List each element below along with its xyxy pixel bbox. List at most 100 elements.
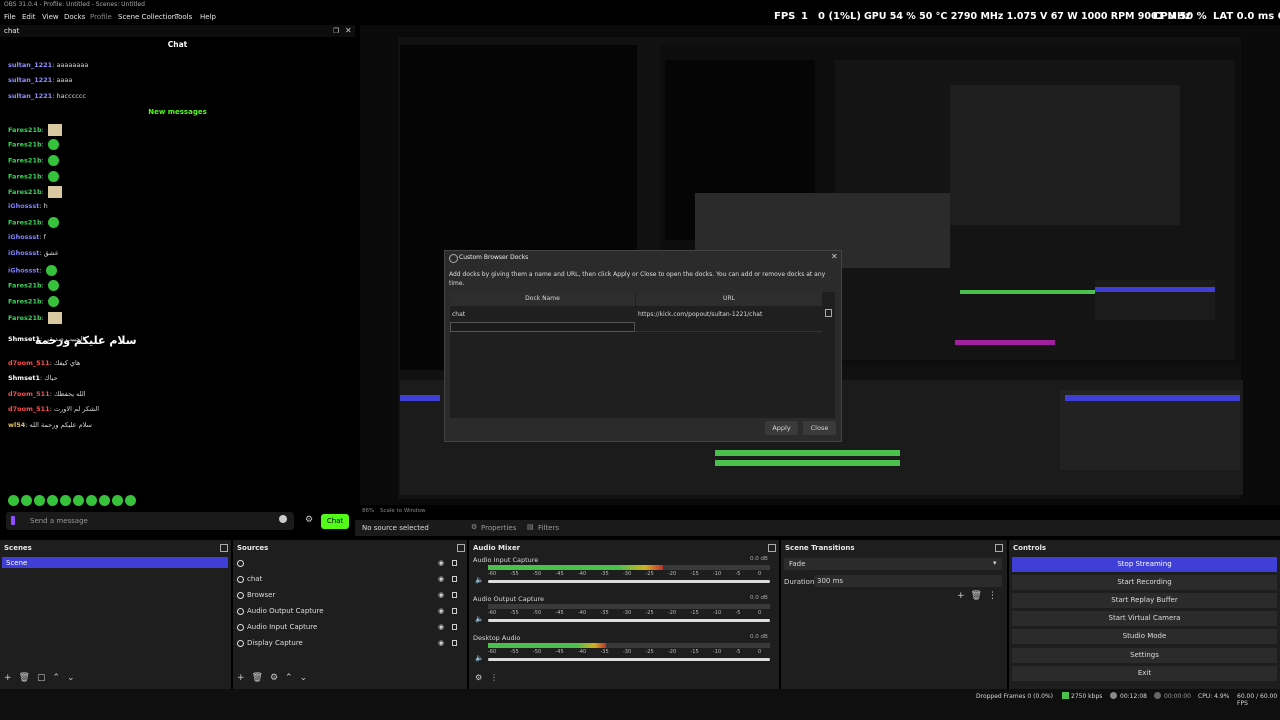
visibility-eye-icon[interactable]: ◉ [438,575,444,583]
emote-icon[interactable] [8,495,19,506]
scenes-toolbar[interactable]: +🗑▢⌃⌄ [4,673,82,683]
speaker-icon[interactable]: 🔈 [475,615,484,623]
badge-icon [11,516,15,525]
emote-icon[interactable] [125,495,136,506]
speaker-icon[interactable]: 🔈 [475,576,484,584]
emote-icon[interactable] [34,495,45,506]
chat-username[interactable]: sultan_1221 [8,92,52,100]
chat-username[interactable]: Shmset1 [8,374,40,382]
chat-username[interactable]: iGhossst [8,233,39,241]
send-message-input[interactable]: Send a message [6,512,294,530]
filters-button[interactable]: Filters [538,524,559,532]
control-button-start-recording[interactable]: Start Recording [1012,575,1277,590]
emote-icon[interactable] [47,495,58,506]
dialog-close-icon[interactable]: ✕ [831,252,838,261]
transition-select[interactable]: Fade ▾ [784,558,1002,570]
menu-profile[interactable]: Profile [90,13,112,21]
emote-icon[interactable] [99,495,110,506]
control-button-settings[interactable]: Settings [1012,648,1277,663]
emote-bar[interactable] [6,495,136,506]
undock-icon[interactable] [457,544,465,552]
control-button-studio-mode[interactable]: Studio Mode [1012,629,1277,644]
visibility-eye-icon[interactable]: ◉ [438,639,444,647]
duration-label: Duration [784,578,815,586]
control-button-stop-streaming[interactable]: Stop Streaming [1012,557,1277,572]
lock-icon[interactable] [452,560,457,566]
chat-username[interactable]: Fares21b [8,298,42,306]
chat-username[interactable]: Fares21b [8,282,42,290]
duration-input[interactable]: 300 ms [814,575,1002,587]
menu-docks[interactable]: Docks [64,13,85,21]
chat-username[interactable]: Fares21b [8,157,42,165]
chat-username[interactable]: d7oom_511 [8,390,50,398]
emote-icon[interactable] [112,495,123,506]
apply-button[interactable]: Apply [765,421,798,435]
source-item[interactable]: Browser [247,591,275,599]
control-button-exit[interactable]: Exit [1012,666,1277,681]
gear-icon[interactable]: ⚙ [305,515,313,525]
visibility-eye-icon[interactable]: ◉ [438,559,444,567]
chat-username[interactable]: Fares21b [8,219,42,227]
chat-username[interactable]: sultan_1221 [8,61,52,69]
lock-icon[interactable] [452,592,457,598]
source-item[interactable]: Audio Output Capture [247,607,324,615]
control-button-start-replay-buffer[interactable]: Start Replay Buffer [1012,593,1277,608]
mixer-toolbar[interactable]: ⚙⋮ [475,673,506,682]
emote-icon[interactable] [73,495,84,506]
transition-toolbar[interactable]: +🗑⋮ [957,591,1003,601]
menu-edit[interactable]: Edit [22,13,36,21]
undock-icon[interactable]: ❐ [333,27,339,35]
menu-tools[interactable]: Tools [175,13,192,21]
menu-help[interactable]: Help [200,13,216,21]
source-item[interactable]: Audio Input Capture [247,623,317,631]
dock-url-cell[interactable]: https://kick.com/popout/sultan-1221/chat [638,311,762,318]
chat-send-button[interactable]: Chat [321,514,349,529]
undock-icon[interactable] [995,544,1003,552]
chat-username[interactable]: Fares21b [8,126,42,134]
emote-icon[interactable] [86,495,97,506]
menu-scene-collection[interactable]: Scene Collection [118,13,176,21]
close-button[interactable]: Close [803,421,836,435]
chat-username[interactable]: sultan_1221 [8,76,52,84]
undock-icon[interactable] [768,544,776,552]
control-button-start-virtual-camera[interactable]: Start Virtual Camera [1012,611,1277,626]
sources-toolbar[interactable]: +🗑⚙⌃⌄ [237,673,314,683]
lock-icon[interactable] [452,624,457,630]
volume-slider[interactable] [488,619,770,622]
new-dock-name-input[interactable] [450,322,635,332]
chat-username[interactable]: Fares21b [8,141,42,149]
dock-name-cell[interactable]: chat [452,311,465,318]
lock-icon[interactable] [452,576,457,582]
properties-button[interactable]: Properties [481,524,516,532]
trash-icon[interactable] [825,309,832,317]
menu-file[interactable]: File [4,13,16,21]
close-icon[interactable]: ✕ [345,26,352,35]
visibility-eye-icon[interactable]: ◉ [438,623,444,631]
chat-username[interactable]: iGhossst [8,267,39,275]
volume-slider[interactable] [488,658,770,661]
chat-username[interactable]: d7oom_511 [8,405,50,413]
chat-username[interactable]: Fares21b [8,188,42,196]
visibility-eye-icon[interactable]: ◉ [438,591,444,599]
scale-mode[interactable]: Scale to Window [380,508,426,514]
scene-item[interactable]: Scene [2,557,228,568]
source-item[interactable]: chat [247,575,262,583]
volume-slider[interactable] [488,580,770,583]
source-item[interactable]: Display Capture [247,639,303,647]
chat-username[interactable]: iGhossst [8,202,39,210]
lock-icon[interactable] [452,640,457,646]
chat-username[interactable]: d7oom_511 [8,359,50,367]
new-dock-url-input[interactable] [636,322,822,332]
speaker-icon[interactable]: 🔈 [475,654,484,662]
chat-username[interactable]: wl54 [8,421,25,429]
chat-username[interactable]: Fares21b [8,173,42,181]
menu-view[interactable]: View [42,13,59,21]
emote-icon[interactable] [60,495,71,506]
chat-username[interactable]: iGhossst [8,249,39,257]
lock-icon[interactable] [452,608,457,614]
visibility-eye-icon[interactable]: ◉ [438,607,444,615]
emote-icon[interactable] [21,495,32,506]
undock-icon[interactable] [220,544,228,552]
chat-username[interactable]: Fares21b [8,314,42,322]
emoji-icon[interactable] [279,515,287,523]
